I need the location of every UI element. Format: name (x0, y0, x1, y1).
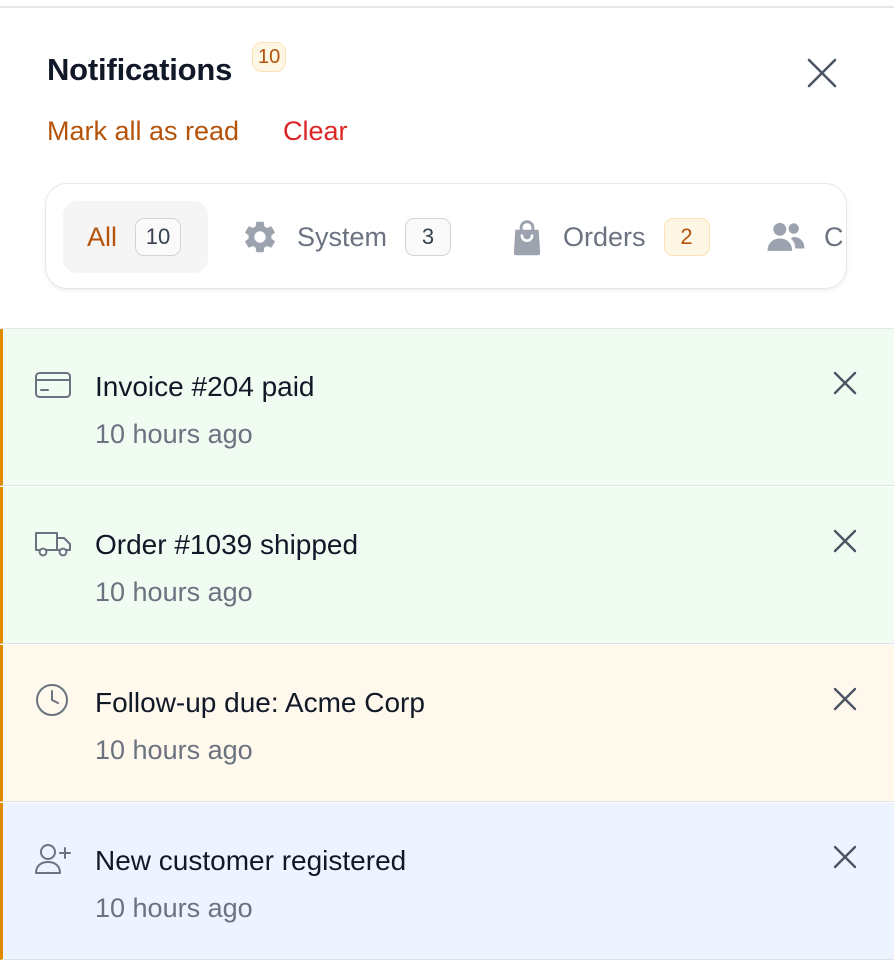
truck-icon (35, 532, 71, 557)
notification-time: 10 hours ago (95, 735, 253, 765)
notification-time: 10 hours ago (95, 577, 253, 607)
notification-item[interactable]: Follow-up due: Acme Corp 10 hours ago (0, 645, 894, 802)
credit-card-icon (35, 372, 71, 398)
clock-icon (36, 684, 68, 716)
dismiss-icon[interactable] (829, 525, 861, 557)
close-button[interactable] (804, 55, 840, 91)
user-plus-icon (35, 844, 71, 874)
notification-item[interactable]: Order #1039 shipped 10 hours ago (0, 487, 894, 644)
tab-customers[interactable]: C (766, 201, 844, 273)
panel-title: Notifications (47, 52, 233, 87)
notification-time: 10 hours ago (95, 419, 253, 449)
notifications-panel: Notifications 10 Mark all as read Clear … (0, 0, 894, 966)
unread-count-badge: 10 (252, 42, 287, 72)
notification-title: Follow-up due: Acme Corp (95, 687, 425, 718)
dismiss-icon[interactable] (829, 841, 861, 873)
mark-all-read-link[interactable]: Mark all as read (47, 116, 239, 147)
notification-item[interactable]: New customer registered 10 hours ago (0, 803, 894, 960)
clear-link[interactable]: Clear (283, 116, 348, 147)
notification-item[interactable]: Invoice #204 paid 10 hours ago (0, 329, 894, 486)
tab-label: System (297, 221, 388, 252)
dismiss-icon[interactable] (829, 683, 861, 715)
shopping-bag-icon (513, 220, 541, 256)
notification-title: Invoice #204 paid (95, 371, 315, 402)
users-icon (767, 222, 805, 251)
top-divider (0, 6, 894, 8)
tab-label: C (824, 221, 844, 252)
tab-label: All (87, 221, 118, 252)
tab-count-badge: 2 (663, 218, 710, 256)
notification-title: Order #1039 shipped (95, 529, 359, 560)
tab-count-badge: 3 (405, 218, 452, 256)
tab-label: Orders (563, 221, 646, 252)
category-tabs: All 10 System 3 Orders 2 C (45, 183, 847, 289)
notification-time: 10 hours ago (95, 893, 253, 923)
tab-orders[interactable]: Orders 2 (509, 201, 710, 273)
tab-system[interactable]: System 3 (241, 201, 452, 273)
gear-icon (245, 221, 275, 253)
notification-title: New customer registered (95, 845, 407, 876)
close-icon (807, 58, 837, 88)
tab-all[interactable]: All 10 (63, 201, 208, 273)
dismiss-icon[interactable] (829, 367, 861, 399)
tab-count-badge: 10 (135, 218, 182, 256)
